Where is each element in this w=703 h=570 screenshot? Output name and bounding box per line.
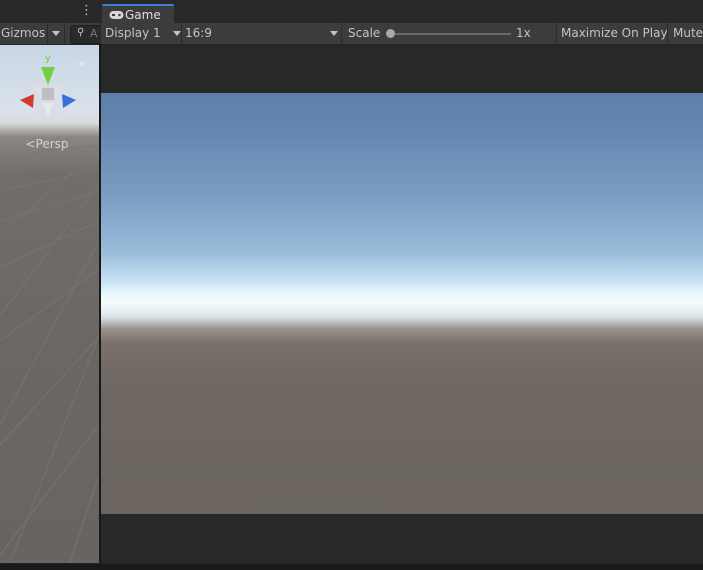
scale-label: Scale xyxy=(348,26,381,40)
axis-label-y: y xyxy=(45,53,51,64)
kebab-menu-icon[interactable]: ⋮ xyxy=(80,4,93,18)
scene-tab-bar: ⋮ xyxy=(0,0,100,23)
aspect-ratio-label: 16:9 xyxy=(185,26,212,40)
display-dropdown-label: Display 1 xyxy=(105,26,161,40)
tab-game[interactable]: Game xyxy=(102,4,174,25)
search-placeholder: A xyxy=(90,27,98,40)
search-icon: ⚲ xyxy=(77,27,85,38)
gizmos-dropdown-button[interactable] xyxy=(47,23,65,44)
axis-label-z: z xyxy=(78,104,83,115)
toolbar-divider xyxy=(556,23,557,44)
scene-viewport[interactable]: y x z <Persp xyxy=(0,45,99,563)
mute-audio-toggle[interactable]: Mute xyxy=(673,23,703,44)
scene-toolbar: Gizmos ⚲ A xyxy=(0,23,106,45)
scene-grid: y x z xyxy=(0,53,99,563)
game-toolbar: Display 1 16:9 Scale 1x Maximize On Play… xyxy=(101,23,703,45)
chevron-down-icon xyxy=(52,31,60,36)
game-viewport[interactable] xyxy=(101,93,703,514)
maximize-on-play-toggle[interactable]: Maximize On Play xyxy=(561,23,668,44)
chevron-down-icon xyxy=(330,31,338,36)
gizmos-button[interactable]: Gizmos xyxy=(0,23,47,44)
orientation-gizmo[interactable]: y x z xyxy=(9,53,85,120)
scale-slider-thumb[interactable] xyxy=(386,29,395,38)
toolbar-divider xyxy=(341,23,342,44)
toolbar-divider xyxy=(667,23,668,44)
display-dropdown[interactable]: Display 1 xyxy=(105,23,181,44)
gamepad-icon xyxy=(109,11,124,19)
axis-label-x: x xyxy=(9,104,15,115)
tab-game-label: Game xyxy=(125,8,161,22)
scale-value: 1x xyxy=(516,26,531,40)
toolbar-divider xyxy=(181,23,182,44)
scale-slider-track[interactable] xyxy=(390,33,511,35)
chevron-down-icon xyxy=(173,31,181,36)
aspect-ratio-dropdown[interactable]: 16:9 xyxy=(185,23,341,44)
projection-toggle[interactable]: <Persp xyxy=(0,137,94,151)
